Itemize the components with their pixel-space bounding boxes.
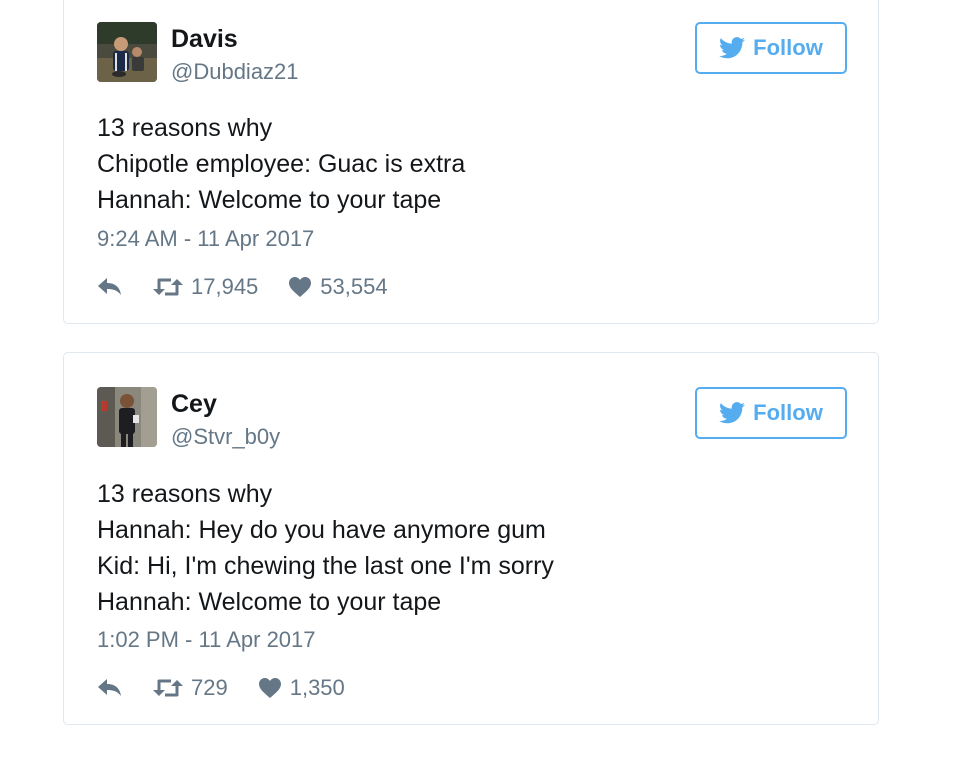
like-button[interactable]: 1,350 xyxy=(258,675,345,701)
heart-icon xyxy=(258,678,281,698)
twitter-bird-icon xyxy=(719,402,746,424)
tweet-text-line: Hannah: Welcome to your tape xyxy=(97,186,442,214)
reply-button[interactable] xyxy=(97,677,123,699)
tweet-card: Cey @Stvr_b0y Follow 13 reasons why Hann… xyxy=(63,352,879,725)
timestamp[interactable]: 9:24 AM - 11 Apr 2017 xyxy=(97,225,314,253)
tweet-actions: 17,945 53,554 xyxy=(97,271,388,303)
author-name[interactable]: Davis xyxy=(171,24,238,54)
retweet-count: 17,945 xyxy=(191,274,259,299)
author-name[interactable]: Cey xyxy=(171,389,217,419)
heart-icon xyxy=(289,277,312,297)
retweet-icon xyxy=(153,278,183,296)
like-button[interactable]: 53,554 xyxy=(288,274,388,300)
author-handle[interactable]: @Dubdiaz21 xyxy=(171,58,299,86)
retweet-button[interactable]: 17,945 xyxy=(153,274,258,300)
author-handle[interactable]: @Stvr_b0y xyxy=(171,423,280,451)
tweet-text-line: Hannah: Hey do you have anymore gum xyxy=(97,516,546,544)
tweet-text-line: Hannah: Welcome to your tape xyxy=(97,588,442,616)
tweet-text: 13 reasons why Hannah: Hey do you have a… xyxy=(97,476,554,620)
like-count: 53,554 xyxy=(320,274,388,299)
follow-button[interactable]: Follow xyxy=(695,387,847,439)
follow-button[interactable]: Follow xyxy=(695,22,847,74)
avatar[interactable] xyxy=(97,387,157,447)
reply-button[interactable] xyxy=(97,276,123,298)
tweet-text-line: Chipotle employee: Guac is extra xyxy=(97,150,466,178)
tweet-text-line: 13 reasons why xyxy=(97,114,273,142)
reply-icon xyxy=(98,679,121,696)
twitter-bird-icon xyxy=(719,37,746,59)
tweet-actions: 729 1,350 xyxy=(97,672,345,704)
tweet-text-line: Kid: Hi, I'm chewing the last one I'm so… xyxy=(97,552,554,580)
timestamp[interactable]: 1:02 PM - 11 Apr 2017 xyxy=(97,626,316,654)
reply-icon xyxy=(98,278,121,295)
tweet-card: Davis @Dubdiaz21 Follow 13 reasons why C… xyxy=(63,0,879,324)
like-count: 1,350 xyxy=(289,675,345,700)
follow-label: Follow xyxy=(753,400,823,425)
follow-label: Follow xyxy=(753,35,823,60)
retweet-count: 729 xyxy=(191,675,228,700)
tweet-text-line: 13 reasons why xyxy=(97,480,273,508)
retweet-icon xyxy=(153,679,183,697)
tweet-text: 13 reasons why Chipotle employee: Guac i… xyxy=(97,110,465,218)
retweet-button[interactable]: 729 xyxy=(153,675,228,701)
avatar[interactable] xyxy=(97,22,157,82)
